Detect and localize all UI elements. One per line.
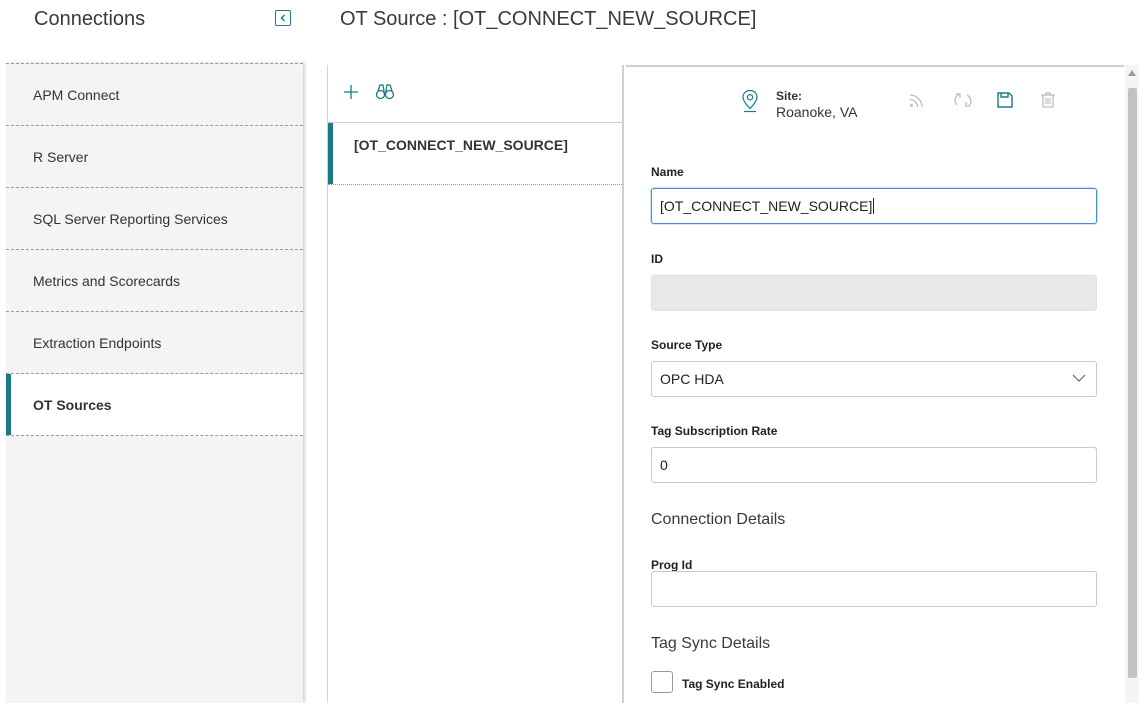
page-title: OT Source : [OT_CONNECT_NEW_SOURCE] xyxy=(340,8,757,30)
delete-icon[interactable] xyxy=(1039,91,1057,109)
chevron-down-icon xyxy=(1072,374,1086,382)
text-cursor xyxy=(873,198,875,214)
tag-sync-enabled-label: Tag Sync Enabled xyxy=(682,677,785,691)
connections-title: Connections xyxy=(34,8,146,30)
ot-source-list: [OT_CONNECT_NEW_SOURCE] xyxy=(327,65,624,703)
nav-item-sql-server-reporting[interactable]: SQL Server Reporting Services xyxy=(6,188,303,250)
nav-item-ot-sources[interactable]: OT Sources xyxy=(6,374,303,436)
nav-item-r-server[interactable]: R Server xyxy=(6,126,303,188)
tag-subscription-rate-label: Tag Subscription Rate xyxy=(651,424,778,438)
form-scrollbar-thumb[interactable] xyxy=(1128,88,1137,678)
name-value: [OT_CONNECT_NEW_SOURCE] xyxy=(660,198,873,214)
name-input[interactable]: [OT_CONNECT_NEW_SOURCE] xyxy=(651,188,1097,224)
connection-details-heading: Connection Details xyxy=(651,511,786,528)
binoculars-icon[interactable] xyxy=(375,83,395,101)
source-type-select[interactable]: OPC HDA xyxy=(651,361,1097,397)
nav-item-label: SQL Server Reporting Services xyxy=(33,210,228,227)
collapse-panel-button[interactable] xyxy=(275,10,291,26)
id-input xyxy=(651,275,1097,311)
nav-item-label: Metrics and Scorecards xyxy=(33,272,181,289)
prog-id-label: Prog Id xyxy=(651,558,693,572)
list-item-label: [OT_CONNECT_NEW_SOURCE] xyxy=(354,136,568,153)
refresh-icon[interactable] xyxy=(953,91,973,109)
nav-item-label: APM Connect xyxy=(33,86,120,103)
add-icon[interactable] xyxy=(342,83,360,101)
nav-item-extraction-endpoints[interactable]: Extraction Endpoints xyxy=(6,312,303,374)
tag-subscription-rate-value: 0 xyxy=(660,457,668,473)
site-value: Roanoke, VA xyxy=(776,104,858,120)
nav-item-metrics-scorecards[interactable]: Metrics and Scorecards xyxy=(6,250,303,312)
source-type-label: Source Type xyxy=(651,338,723,352)
tag-sync-details-heading: Tag Sync Details xyxy=(651,635,771,652)
source-type-value: OPC HDA xyxy=(660,371,724,387)
nav-item-apm-connect[interactable]: APM Connect xyxy=(6,64,303,126)
tag-subscription-rate-input[interactable]: 0 xyxy=(651,447,1097,483)
scroll-up-icon[interactable] xyxy=(1128,70,1136,76)
nav-item-label: R Server xyxy=(33,148,89,165)
tag-sync-enabled-checkbox[interactable] xyxy=(651,671,673,693)
location-pin-icon xyxy=(742,89,758,113)
list-item[interactable]: [OT_CONNECT_NEW_SOURCE] xyxy=(328,123,622,185)
list-toolbar xyxy=(328,65,622,123)
nav-item-label: Extraction Endpoints xyxy=(33,334,162,351)
connections-nav: APM Connect R Server SQL Server Reportin… xyxy=(6,63,303,703)
name-label: Name xyxy=(651,165,684,179)
nav-item-label: OT Sources xyxy=(33,396,112,413)
prog-id-input[interactable] xyxy=(651,571,1097,607)
ot-source-form: Site: Roanoke, VA Name [OT_CONNECT_NEW_S… xyxy=(626,65,1124,703)
id-label: ID xyxy=(651,252,663,266)
rss-feed-icon[interactable] xyxy=(908,91,926,109)
site-label: Site: xyxy=(776,89,803,103)
chevron-left-icon xyxy=(280,14,286,22)
save-icon[interactable] xyxy=(996,91,1014,109)
